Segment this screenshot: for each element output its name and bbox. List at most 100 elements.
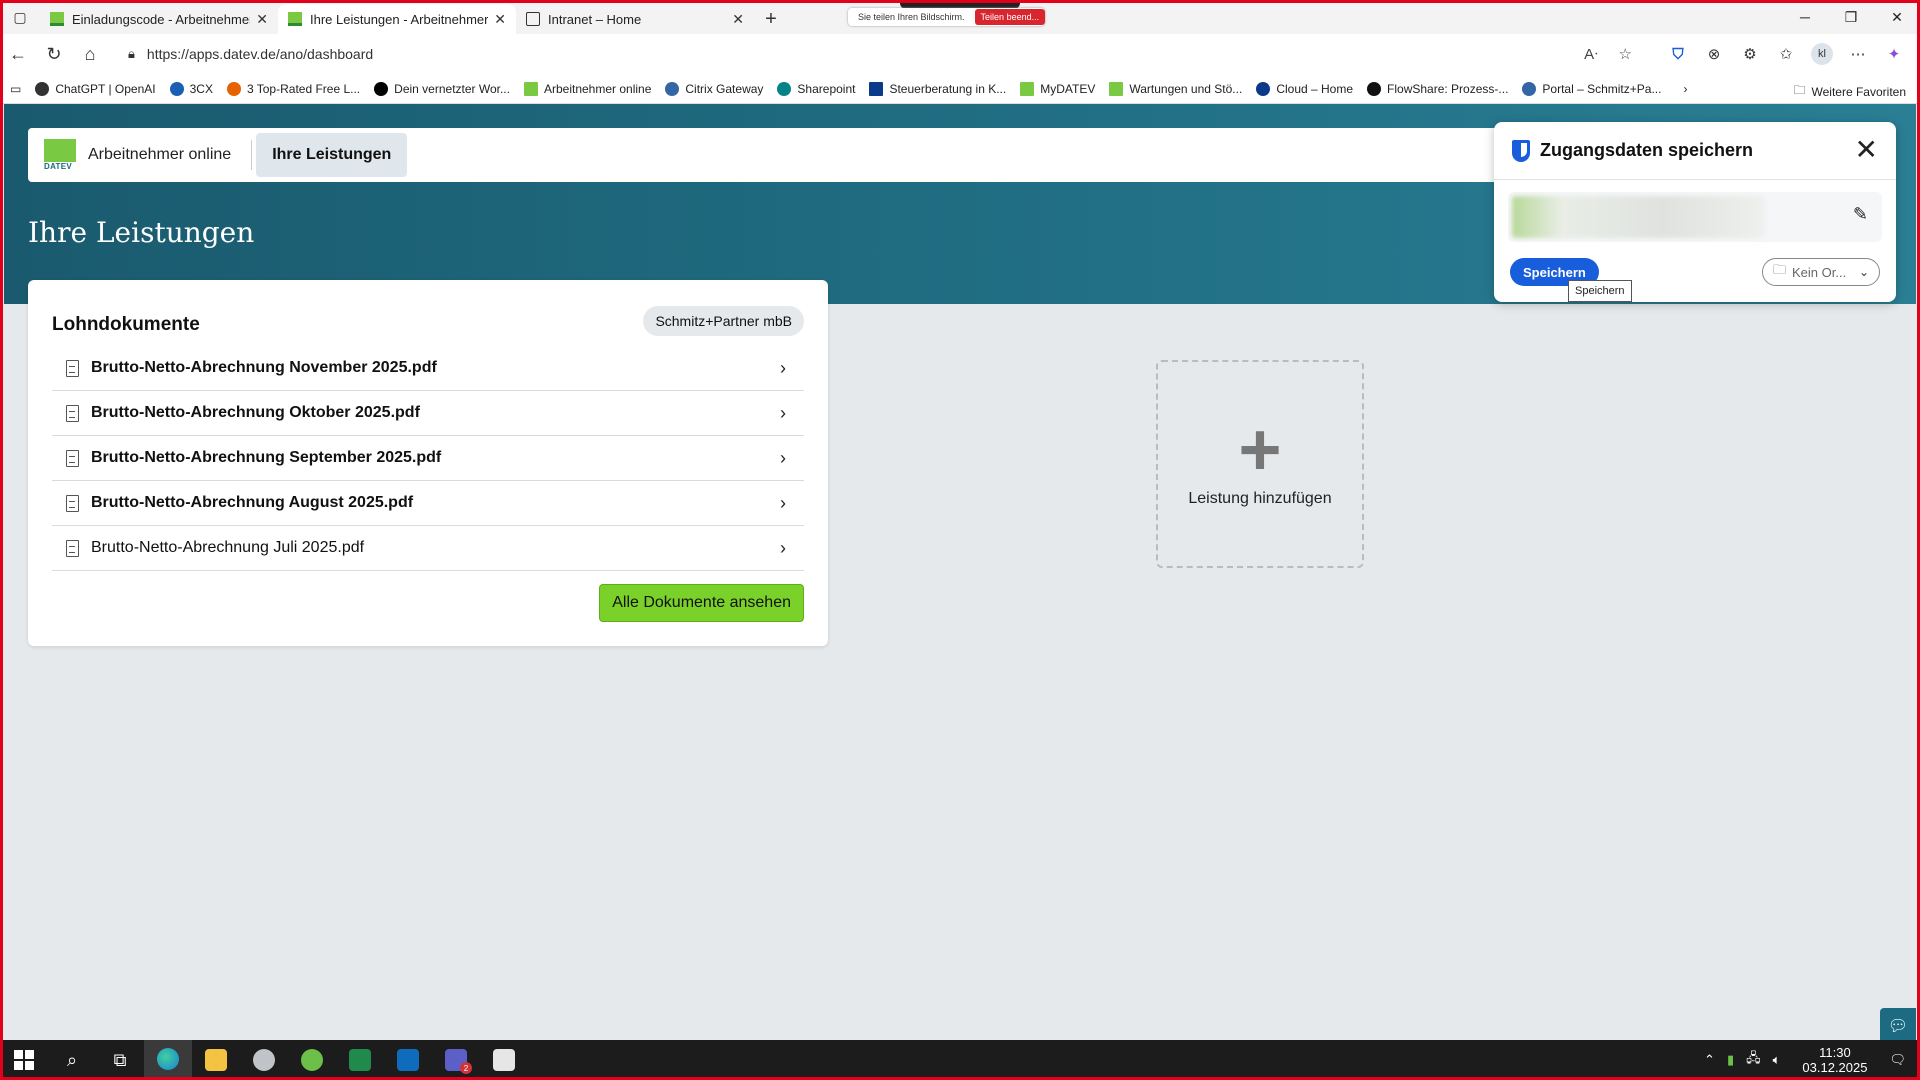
extension-icon[interactable]: ⊗ xyxy=(1696,38,1732,70)
screen-share-message: Sie teilen Ihren Bildschirm. xyxy=(858,12,965,22)
back-icon[interactable]: ← xyxy=(0,38,36,70)
start-button[interactable] xyxy=(0,1040,48,1080)
restore-icon[interactable]: ❐ xyxy=(1828,0,1874,34)
edit-icon[interactable]: ✎ xyxy=(1853,204,1868,225)
browser-tab[interactable]: Einladungscode - Arbeitnehmer o ✕ xyxy=(40,4,278,34)
bookmark-item[interactable]: Sharepoint xyxy=(777,81,856,96)
chevron-right-icon: › xyxy=(780,402,786,423)
home-icon[interactable]: ⌂ xyxy=(72,38,108,70)
more-menu-icon[interactable]: ⋯ xyxy=(1840,38,1876,70)
document-row[interactable]: Brutto-Netto-Abrechnung November 2025.pd… xyxy=(52,346,804,391)
bookmark-label: Wartungen und Stö... xyxy=(1129,81,1243,96)
outlook-icon[interactable] xyxy=(384,1040,432,1080)
card-title: Lohndokumente xyxy=(52,314,200,335)
document-name: Brutto-Netto-Abrechnung Juli 2025.pdf xyxy=(91,539,365,556)
teams-badge: 2 xyxy=(460,1062,472,1074)
tab-actions-icon[interactable]: ▢ xyxy=(0,0,40,34)
search-icon[interactable]: ⌕ xyxy=(48,1040,96,1080)
bookmark-item[interactable]: Arbeitnehmer online xyxy=(523,81,651,96)
bookmark-item[interactable]: Portal – Schmitz+Pa... xyxy=(1522,81,1661,96)
browser-tab-active[interactable]: Ihre Leistungen - Arbeitnehmer o ✕ xyxy=(278,4,516,34)
minimize-icon[interactable]: ─ xyxy=(1782,0,1828,34)
edge-taskbar-icon[interactable] xyxy=(144,1040,192,1080)
copilot-icon[interactable]: ✦ xyxy=(1876,38,1912,70)
company-badge: Schmitz+Partner mbB xyxy=(643,306,804,336)
close-icon[interactable]: ✕ xyxy=(732,11,744,28)
document-row[interactable]: Brutto-Netto-Abrechnung Oktober 2025.pdf… xyxy=(52,391,804,436)
network-icon[interactable]: 🖧︎ xyxy=(1746,1049,1761,1071)
bookmark-item[interactable]: Wartungen und Stö... xyxy=(1109,81,1243,96)
chat-icon[interactable]: 💬︎ xyxy=(1880,1008,1916,1044)
bitwarden-extension-icon[interactable]: ⛉ xyxy=(1660,38,1696,70)
site-info-icon[interactable]: 🔒︎ xyxy=(128,46,135,62)
reload-icon[interactable]: ↻ xyxy=(36,38,72,70)
teams-icon[interactable]: 2 xyxy=(432,1040,480,1080)
volume-icon[interactable]: 🔈︎ xyxy=(1773,1052,1781,1068)
other-favorites[interactable]: 🗀︎ Weitere Favoriten xyxy=(1794,81,1907,102)
close-icon[interactable]: ✕ xyxy=(1855,136,1878,164)
folder-icon: 🗀︎ xyxy=(1773,262,1787,277)
app-icon[interactable] xyxy=(480,1040,528,1080)
file-explorer-icon[interactable] xyxy=(192,1040,240,1080)
stop-sharing-button[interactable]: Teilen beend... xyxy=(974,9,1046,25)
bookmark-item[interactable]: FlowShare: Prozess-... xyxy=(1367,81,1508,96)
favorites-icon[interactable]: ✩ xyxy=(1768,38,1804,70)
logo-text: DATEV xyxy=(44,162,73,171)
windows-icon xyxy=(14,1050,34,1070)
lohndokumente-card: Lohndokumente Schmitz+Partner mbB Brutto… xyxy=(28,280,828,646)
datev-logo[interactable]: DATEV xyxy=(44,139,76,171)
favorite-star-icon[interactable]: ☆ xyxy=(1619,45,1632,63)
bookmark-label: 3CX xyxy=(189,81,213,96)
battery-icon[interactable]: ▮ xyxy=(1727,1052,1734,1068)
close-icon[interactable]: ✕ xyxy=(256,11,268,28)
bitwarden-shield-icon xyxy=(1512,139,1530,162)
bookmark-item[interactable]: 3 Top-Rated Free L... xyxy=(226,81,361,96)
read-aloud-icon[interactable]: A͏ᐧ xyxy=(1584,45,1598,63)
bookmark-label: Sharepoint xyxy=(797,81,856,96)
document-row[interactable]: Brutto-Netto-Abrechnung August 2025.pdf › xyxy=(52,481,804,526)
profile-avatar[interactable]: kl xyxy=(1811,43,1833,65)
bookmark-item[interactable]: Cloud – Home xyxy=(1256,81,1353,96)
chevron-up-icon[interactable]: ⌃ xyxy=(1704,1052,1715,1068)
bookmark-item[interactable]: Steuerberatung in K... xyxy=(869,81,1006,96)
app-icon[interactable] xyxy=(288,1040,336,1080)
bookmarks-overflow-icon[interactable]: › xyxy=(1683,82,1687,96)
add-service-tile[interactable]: + Leistung hinzufügen xyxy=(1156,360,1364,568)
bookmark-item[interactable]: Citrix Gateway xyxy=(665,81,763,96)
folder-icon: 🗀︎ xyxy=(1793,83,1806,97)
bookmark-item[interactable]: 3CX xyxy=(169,81,213,96)
send-icon xyxy=(226,81,241,96)
excel-icon[interactable] xyxy=(336,1040,384,1080)
3cx-icon xyxy=(169,81,184,96)
bookmark-item[interactable]: MyDATEV xyxy=(1020,81,1095,96)
nav-item-ihre-leistungen[interactable]: Ihre Leistungen xyxy=(256,133,408,177)
close-icon[interactable]: ✕ xyxy=(494,11,506,28)
close-window-icon[interactable]: ✕ xyxy=(1874,0,1920,34)
browser-tab[interactable]: Intranet – Home ✕ xyxy=(516,4,754,34)
app-icon[interactable] xyxy=(240,1040,288,1080)
document-row[interactable]: Brutto-Netto-Abrechnung Juli 2025.pdf › xyxy=(52,526,804,571)
url-field[interactable]: 🔒︎ https://apps.datev.de/ano/dashboard A… xyxy=(118,38,1648,70)
extensions-icon[interactable]: ⚙ xyxy=(1732,38,1768,70)
tab-label: Einladungscode - Arbeitnehmer o xyxy=(72,11,251,27)
new-tab-button[interactable]: + xyxy=(754,4,788,34)
document-row[interactable]: Brutto-Netto-Abrechnung September 2025.p… xyxy=(52,436,804,481)
document-name: Brutto-Netto-Abrechnung August 2025.pdf xyxy=(91,494,414,511)
bookmark-item[interactable]: Dein vernetzter Wor... xyxy=(374,81,510,96)
chevron-right-icon: › xyxy=(780,447,786,468)
bookmark-label: 3 Top-Rated Free L... xyxy=(246,81,361,96)
clock[interactable]: 11:30 03.12.2025 xyxy=(1796,1045,1873,1075)
task-view-icon[interactable]: ⧉ xyxy=(96,1040,144,1080)
datev-icon xyxy=(1109,81,1124,96)
notification-icon[interactable]: 🗨︎ xyxy=(1889,1052,1906,1068)
bookmark-item[interactable]: ChatGPT | OpenAI xyxy=(35,81,156,96)
all-documents-button[interactable]: Alle Dokumente ansehen xyxy=(599,584,804,622)
intranet-icon xyxy=(526,12,540,26)
screen-share-bar: Sie teilen Ihren Bildschirm. Teilen been… xyxy=(848,8,1046,26)
chevron-right-icon: › xyxy=(780,537,786,558)
popup-header: Zugangsdaten speichern ✕ xyxy=(1494,122,1896,180)
folder-select[interactable]: 🗀︎ Kein Or... ⌄ xyxy=(1762,258,1880,286)
datev-icon xyxy=(523,81,538,96)
collections-icon[interactable]: ▭ xyxy=(10,82,21,96)
address-bar: ← ↻ ⌂ 🔒︎ https://apps.datev.de/ano/dashb… xyxy=(0,34,1920,74)
